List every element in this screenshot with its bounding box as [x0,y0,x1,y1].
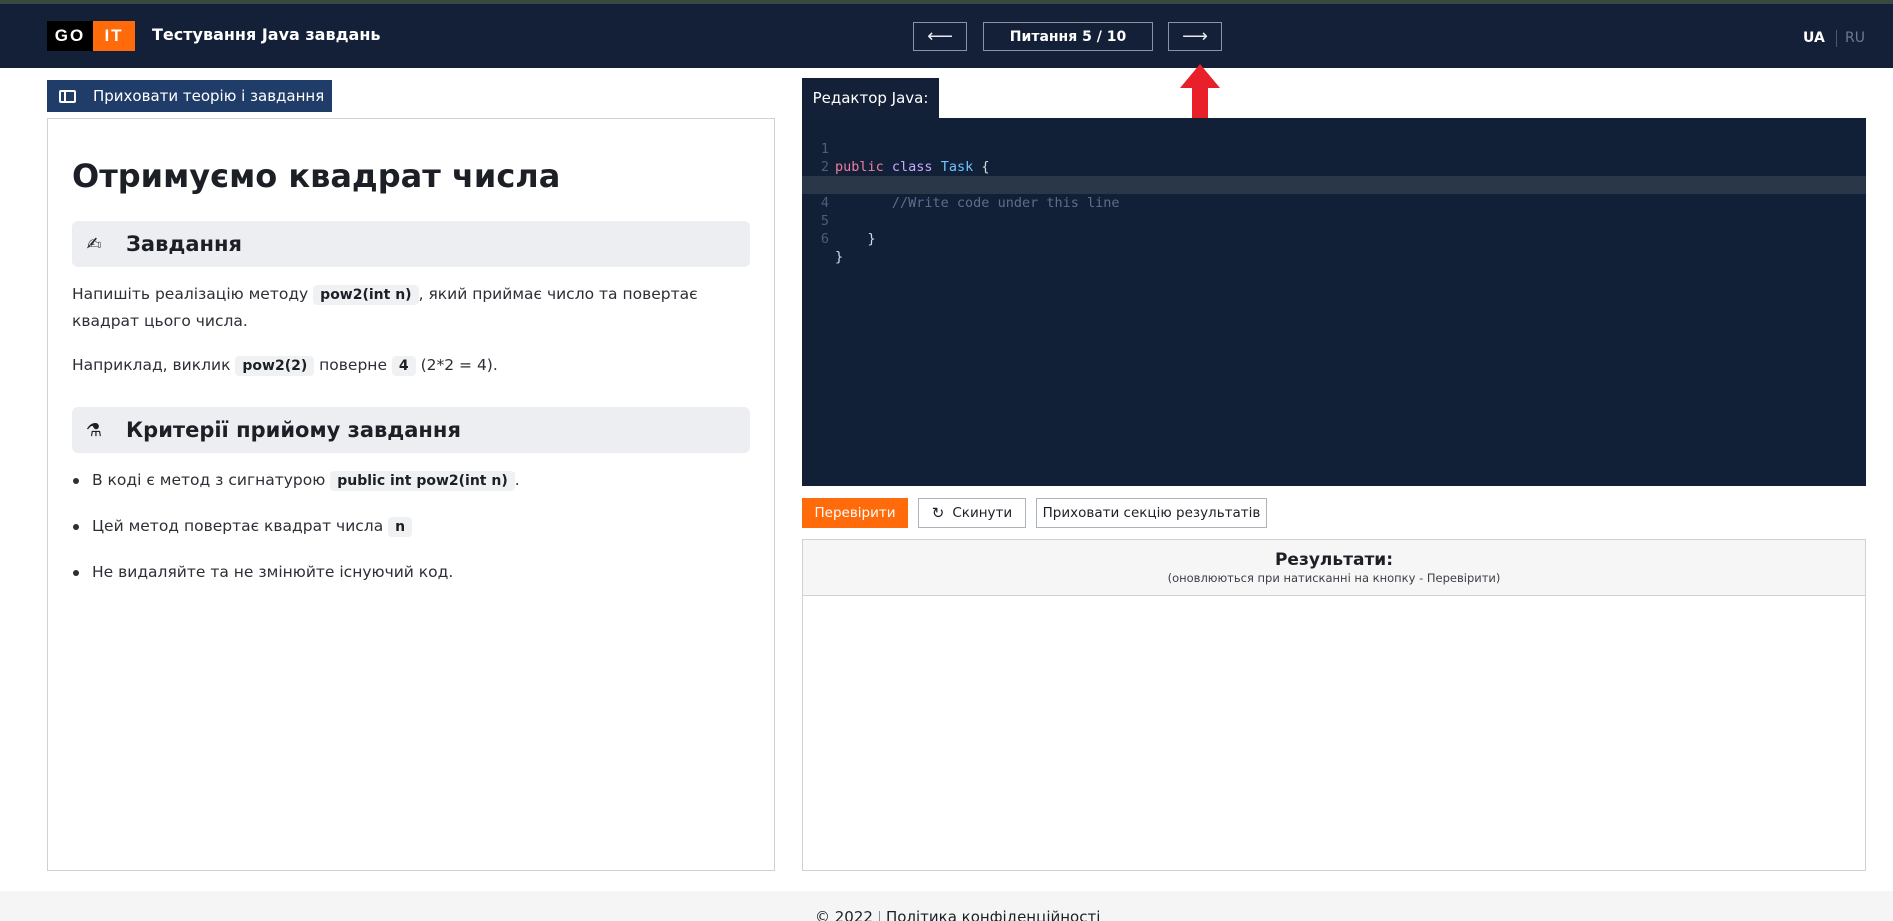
criteria-heading-text: Критерії прийому завдання [126,418,461,442]
reset-button[interactable]: ↻ Скинути [918,498,1026,528]
code-line[interactable]: 2 public int pow2(int n) { [802,140,1866,193]
top-header: GO IT Тестування Java завдань ⟵ Питання … [0,0,1893,68]
p2-text-after: (2*2 = 4). [415,356,498,374]
logo-it: IT [93,21,135,51]
reset-label: Скинути [952,505,1013,521]
theory-panel: Отримуємо квадрат числа ✍ Завдання Напиш… [47,118,775,871]
check-button[interactable]: Перевірити [802,498,908,528]
next-question-button[interactable]: ⟶ [1168,22,1222,51]
app-title: Тестування Java завдань [152,25,381,44]
lang-ua-link[interactable]: UA [1803,30,1825,46]
lang-ru-link[interactable]: RU [1845,30,1865,46]
code-line[interactable]: 3 //Write code under this line [802,158,1866,211]
c1-text-after: . [514,471,520,489]
task-example: Наприклад, виклик pow2(2) поверне 4 (2*2… [72,352,752,379]
code-line[interactable]: 5 } [802,194,1866,247]
task-heading-text: Завдання [126,232,243,256]
footer: © 2022 Політика конфіденційності [0,891,1893,921]
criteria-item: Цей метод повертає квадрат числа n [73,514,752,539]
task-title: Отримуємо квадрат числа [72,157,561,195]
code-text: } [835,231,876,247]
prev-question-button[interactable]: ⟵ [913,22,967,51]
footer-divider [878,910,880,921]
results-subtitle: (оновлюються при натисканні на кнопку - … [1167,571,1501,585]
refresh-icon: ↻ [931,504,945,522]
c1-text-before: В коді є метод з сигнатурою [92,471,331,489]
criteria-item: Не видаляйте та не змінюйте існуючий код… [73,560,752,584]
criteria-section-heading: ⚗ Критерії прийому завдання [72,407,750,453]
inline-code: public int pow2(int n) [330,471,515,491]
inline-code: pow2(int n) [313,285,419,305]
inline-code: pow2(2) [235,356,315,376]
results-panel: Результати: (оновлюються при натисканні … [802,539,1866,871]
arrow-right-icon: ⟶ [1182,26,1208,47]
footer-text: © 2022 Політика конфіденційності [815,908,1100,921]
task-section-heading: ✍ Завдання [72,221,750,267]
question-counter: Питання 5 / 10 [983,22,1153,51]
line-number: 6 [820,231,829,247]
flask-icon: ⚗ [85,419,103,441]
criteria-item: В коді є метод з сигнатурою public int p… [73,468,752,493]
hide-theory-button[interactable]: Приховати теорію і завдання [47,80,332,112]
writing-hand-icon: ✍ [86,233,102,255]
arrow-left-icon: ⟵ [927,26,953,47]
hide-theory-label: Приховати теорію і завдання [93,87,325,105]
results-header: Результати: (оновлюються при натисканні … [803,540,1865,596]
lang-divider [1836,30,1837,47]
code-editor[interactable]: 1 public class Task { 2 public int pow2(… [802,118,1866,486]
code-text: } [835,249,844,265]
editor-tab[interactable]: Редактор Java: [802,78,939,118]
inline-code: n [388,517,413,537]
hide-results-button[interactable]: Приховати секцію результатів [1036,498,1267,528]
sidebar-toggle-icon [59,89,76,103]
code-line[interactable]: 1 public class Task { [802,122,1866,175]
red-arrow-annotation-icon [1180,64,1220,118]
p2-text-mid: поверне [314,356,392,374]
p2-text-before: Наприклад, виклик [72,356,236,374]
goit-logo[interactable]: GO IT [47,21,135,51]
inline-code: 4 [391,356,416,376]
p1-text-before: Напишіть реалізацію методу [72,285,314,303]
code-line[interactable]: 6 } [802,212,1866,265]
copyright: © 2022 [815,908,873,921]
privacy-policy-link[interactable]: Політика конфіденційності [886,908,1100,921]
results-title: Результати: [1274,550,1394,570]
task-description: Напишіть реалізацію методу pow2(int n), … [72,281,752,334]
code-line-active[interactable]: 4 [802,176,1866,211]
c2-text-before: Цей метод повертає квадрат числа [92,517,389,535]
logo-go: GO [47,21,93,51]
